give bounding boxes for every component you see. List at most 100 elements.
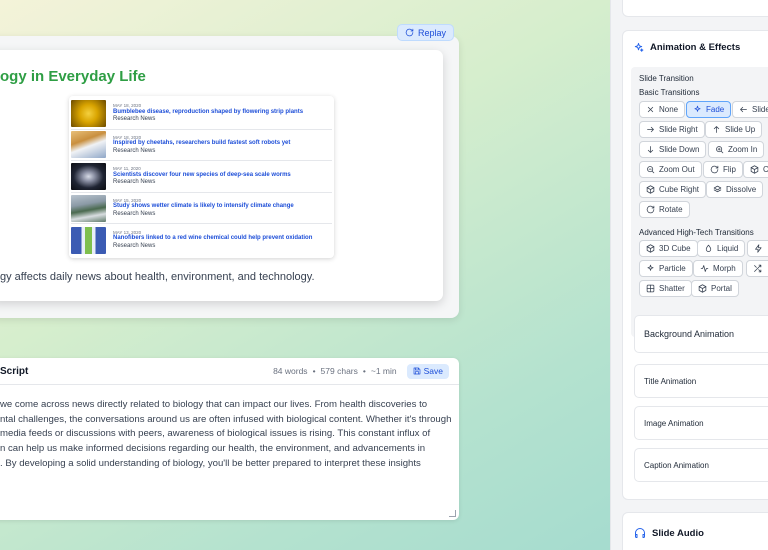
script-panel: Script 84 words • 579 chars • ~1 min Sav… bbox=[0, 358, 459, 520]
save-label: Save bbox=[423, 366, 443, 376]
animation-title: Animation & Effects bbox=[650, 42, 741, 53]
script-line: . By developing a solid understanding of… bbox=[0, 457, 421, 469]
image-animation-section[interactable]: Image Animation bbox=[634, 406, 768, 440]
news-thumbnail bbox=[71, 99, 106, 127]
transition-flip[interactable]: Flip bbox=[703, 161, 743, 178]
news-source: Research News bbox=[113, 116, 156, 123]
transition-morph[interactable]: Morph bbox=[693, 260, 743, 277]
script-stats: 84 words • 579 chars • ~1 min bbox=[273, 366, 397, 376]
script-line: n can help us make informed decisions re… bbox=[0, 443, 426, 455]
transition-particle[interactable]: Particle bbox=[639, 260, 693, 277]
top-card bbox=[622, 0, 768, 17]
transition-cube[interactable]: C bbox=[743, 161, 768, 178]
droplet-icon bbox=[704, 244, 713, 253]
cube-icon bbox=[750, 165, 759, 174]
arrow-down-icon bbox=[646, 145, 655, 154]
cube-icon bbox=[646, 185, 655, 194]
animation-header[interactable]: Animation & Effects bbox=[633, 42, 740, 53]
stats-separator: • bbox=[312, 366, 316, 376]
slide-canvas: ogy in Everyday Life MAY 18, 2020 Bumble… bbox=[0, 50, 443, 301]
refresh-icon bbox=[405, 28, 414, 37]
replay-button[interactable]: Replay bbox=[397, 24, 455, 41]
caption-animation-section[interactable]: Caption Animation bbox=[634, 448, 768, 482]
transition-none[interactable]: None bbox=[639, 101, 686, 118]
script-textarea[interactable]: we come across news directly related to … bbox=[0, 398, 454, 472]
news-thumbnail bbox=[71, 194, 106, 222]
transition-3d-cube[interactable]: 3D Cube bbox=[639, 240, 698, 257]
news-source: Research News bbox=[113, 147, 156, 154]
news-headline: Bumblebee disease, reproduction shaped b… bbox=[113, 108, 304, 115]
settings-sidebar: Animation & Effects Slide Transition Bas… bbox=[610, 0, 768, 550]
news-item: MAY 18, 2020 Inspired by cheetahs, resea… bbox=[71, 130, 332, 162]
duration: ~1 min bbox=[370, 366, 397, 376]
transition-slide-left[interactable]: Slide bbox=[732, 101, 768, 118]
news-thumbnail bbox=[71, 226, 106, 254]
script-line: media feeds or discussions with peers, a… bbox=[0, 428, 431, 440]
news-item: MAY 11, 2020 Scientists discover four ne… bbox=[71, 161, 332, 193]
news-item: MAY 18, 2020 Bumblebee disease, reproduc… bbox=[71, 98, 332, 130]
news-headline: Scientists discover four new species of … bbox=[113, 171, 291, 178]
resize-handle[interactable] bbox=[449, 510, 456, 517]
news-source: Research News bbox=[113, 242, 156, 249]
transition-shatter[interactable]: Shatter bbox=[639, 280, 692, 297]
transition-dissolve[interactable]: Dissolve bbox=[706, 181, 764, 198]
news-thumbnail bbox=[71, 162, 106, 190]
news-source: Research News bbox=[113, 210, 156, 217]
transition-fade[interactable]: Fade bbox=[686, 101, 732, 118]
transition-shuffle[interactable] bbox=[746, 260, 768, 277]
transition-portal[interactable]: Portal bbox=[691, 280, 739, 297]
transition-slide-right[interactable]: Slide Right bbox=[639, 121, 705, 138]
news-source: Research News bbox=[113, 179, 156, 186]
cube-icon bbox=[698, 284, 707, 293]
script-header: Script 84 words • 579 chars • ~1 min Sav… bbox=[0, 358, 459, 385]
save-button[interactable]: Save bbox=[406, 363, 449, 379]
cube-icon bbox=[646, 244, 655, 253]
sparkle-icon bbox=[646, 264, 655, 273]
rotate-icon bbox=[710, 165, 719, 174]
shuffle-icon bbox=[753, 264, 762, 273]
news-headline: Inspired by cheetahs, researchers build … bbox=[113, 140, 291, 147]
layers-icon bbox=[713, 185, 722, 194]
transition-liquid[interactable]: Liquid bbox=[697, 240, 746, 257]
slide-audio-card[interactable]: Slide Audio bbox=[622, 512, 768, 550]
arrow-left-icon bbox=[739, 105, 748, 114]
save-icon bbox=[413, 367, 421, 375]
slide-transition-box: Slide Transition Basic Transitions None … bbox=[631, 67, 768, 337]
word-count: 84 words bbox=[273, 366, 308, 376]
bolt-icon bbox=[754, 244, 763, 253]
news-item: MAY 13, 2020 Nanofibers linked to a red … bbox=[71, 224, 332, 256]
advanced-transitions-label: Advanced High-Tech Transitions bbox=[639, 228, 754, 237]
script-title: Script bbox=[0, 365, 29, 377]
slide-title: ogy in Everyday Life bbox=[0, 68, 146, 85]
char-count: 579 chars bbox=[320, 366, 358, 376]
grid-icon bbox=[646, 284, 655, 293]
x-icon bbox=[646, 105, 655, 114]
title-animation-section[interactable]: Title Animation bbox=[634, 364, 768, 398]
transition-cube-right[interactable]: Cube Right bbox=[639, 181, 707, 198]
slide-transition-label: Slide Transition bbox=[639, 74, 694, 83]
background-animation-section[interactable]: Background Animation bbox=[634, 315, 768, 353]
transition-zoom-in[interactable]: Zoom In bbox=[708, 141, 765, 158]
transition-bolt[interactable] bbox=[747, 240, 768, 257]
slide-audio-header[interactable]: Slide Audio bbox=[634, 527, 704, 539]
rotate-icon bbox=[646, 205, 655, 214]
news-item: MAY 15, 2020 Study shows wetter climate … bbox=[71, 193, 332, 225]
headphones-icon bbox=[634, 527, 646, 539]
transition-slide-up[interactable]: Slide Up bbox=[705, 121, 763, 138]
zoom-in-icon bbox=[715, 145, 724, 154]
transition-slide-down[interactable]: Slide Down bbox=[639, 141, 707, 158]
arrow-up-icon bbox=[712, 125, 721, 134]
animation-effects-card: Animation & Effects Slide Transition Bas… bbox=[622, 30, 768, 500]
news-headline: Nanofibers linked to a red wine chemical… bbox=[113, 235, 313, 242]
stats-separator: • bbox=[362, 366, 366, 376]
transition-zoom-out[interactable]: Zoom Out bbox=[639, 161, 702, 178]
slide-caption: gy affects daily news about health, envi… bbox=[0, 271, 315, 283]
sparkle-icon bbox=[693, 105, 702, 114]
script-line: ntal challenges, the conversations aroun… bbox=[0, 413, 452, 425]
transition-rotate[interactable]: Rotate bbox=[639, 201, 690, 218]
news-headline: Study shows wetter climate is likely to … bbox=[113, 203, 294, 210]
zoom-out-icon bbox=[646, 165, 655, 174]
script-line: we come across news directly related to … bbox=[0, 399, 428, 410]
sparkle-icon bbox=[633, 42, 644, 53]
wave-icon bbox=[700, 264, 709, 273]
